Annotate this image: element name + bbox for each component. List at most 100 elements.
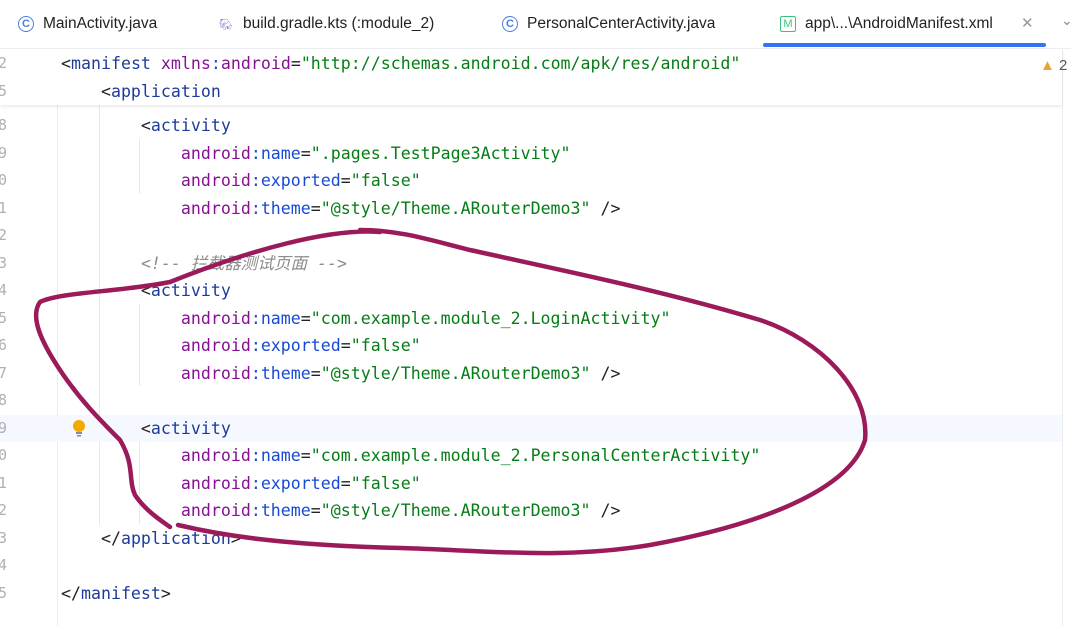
attribute-name: :name <box>250 308 301 328</box>
attribute-name: :exported <box>250 336 341 355</box>
punctuation <box>61 309 181 328</box>
line-number: 0 <box>0 171 7 189</box>
tag-name: application <box>120 528 231 548</box>
punctuation: /> <box>590 501 621 520</box>
punctuation: /> <box>590 198 621 218</box>
code-line[interactable]: 1 android:exported="false" <box>0 470 1062 498</box>
code-text: <manifest xmlns:android="http://schemas.… <box>61 50 740 78</box>
tag-name: activity <box>150 281 231 300</box>
punctuation: = <box>310 198 321 218</box>
chevron-down-icon[interactable]: ⌄ <box>1061 12 1071 29</box>
tag-name: manifest <box>71 54 161 73</box>
code-line[interactable]: 9 <activity <box>0 414 1062 442</box>
punctuation: = <box>340 171 351 190</box>
inspection-warnings[interactable]: ▲ 2 <box>1040 57 1067 74</box>
tab-personal-center-activity[interactable]: C PersonalCenterActivity.java <box>502 0 715 48</box>
code-line[interactable]: 0 android:name="com.example.module_2.Per… <box>0 442 1062 470</box>
code-line[interactable]: 1 android:theme="@style/Theme.ARouterDem… <box>0 195 1062 223</box>
punctuation: = <box>340 336 351 355</box>
tab-main-activity[interactable]: C MainActivity.java <box>18 0 157 48</box>
code-text: android:name="com.example.module_2.Login… <box>61 305 671 333</box>
editor-scrollbar[interactable] <box>1062 49 1063 626</box>
punctuation <box>61 199 181 218</box>
attribute-name: : <box>210 54 221 73</box>
punctuation: </ <box>61 583 81 603</box>
line-number: 4 <box>0 556 7 574</box>
namespace-prefix: android <box>220 54 291 73</box>
line-number: 3 <box>0 528 7 547</box>
lightbulb-icon[interactable] <box>71 415 87 442</box>
line-number: 9 <box>0 143 7 162</box>
namespace-prefix: android <box>180 446 251 465</box>
code-editor[interactable]: 2 <manifest xmlns:android="http://schemas… <box>0 49 1071 626</box>
editor-tab-bar: C MainActivity.java 🐘︎ build.gradle.kts … <box>0 0 1071 49</box>
line-number: 2 <box>0 226 7 244</box>
code-line[interactable]: 2 <box>0 222 1062 250</box>
namespace-prefix: android <box>180 198 251 218</box>
punctuation: = <box>340 473 351 493</box>
namespace-prefix: android <box>180 473 251 493</box>
punctuation <box>61 501 181 520</box>
line-number: 5 <box>0 583 7 602</box>
line-number: 1 <box>0 473 7 492</box>
code-line[interactable]: 2 android:theme="@style/Theme.ARouterDem… <box>0 497 1062 525</box>
punctuation: > <box>230 528 241 548</box>
punctuation: = <box>300 446 311 465</box>
code-line[interactable]: 5 <application <box>0 78 1062 106</box>
code-line[interactable]: 9 android:name=".pages.TestPage3Activity… <box>0 140 1062 168</box>
attribute-name: :name <box>250 143 301 163</box>
line-number: 8 <box>0 391 7 409</box>
code-line[interactable]: 8 <activity <box>0 112 1062 140</box>
punctuation: > <box>160 583 171 603</box>
punctuation: < <box>61 54 71 73</box>
namespace-prefix: android <box>180 363 251 383</box>
class-icon: C <box>502 16 518 32</box>
punctuation <box>61 336 181 355</box>
namespace-prefix: xmlns <box>160 54 211 73</box>
code-line[interactable]: 7 android:theme="@style/Theme.ARouterDem… <box>0 360 1062 388</box>
code-line[interactable]: 8 <box>0 387 1062 415</box>
namespace-prefix: android <box>180 501 251 520</box>
attribute-name: :theme <box>250 501 311 520</box>
code-line[interactable]: 2 <manifest xmlns:android="http://schemas… <box>0 50 1062 78</box>
code-text: android:theme="@style/Theme.ARouterDemo3… <box>61 360 621 388</box>
punctuation <box>61 446 181 465</box>
tag-name: activity <box>150 418 231 438</box>
attribute-value: "false" <box>350 336 421 355</box>
tab-build-gradle[interactable]: 🐘︎ build.gradle.kts (:module_2) <box>218 0 434 48</box>
punctuation: /> <box>590 363 621 383</box>
attribute-value: "@style/Theme.ARouterDemo3" <box>320 198 591 218</box>
code-text: <activity <box>61 277 231 305</box>
code-line[interactable]: 6 android:exported="false" <box>0 332 1062 360</box>
code-line[interactable]: 4 <activity <box>0 277 1062 305</box>
punctuation: = <box>300 143 311 163</box>
attribute-name: :exported <box>250 171 341 190</box>
code-line[interactable]: 3 </application> <box>0 525 1062 553</box>
code-line[interactable]: 5 android:name="com.example.module_2.Log… <box>0 305 1062 333</box>
attribute-name: :name <box>250 446 301 465</box>
code-text: android:theme="@style/Theme.ARouterDemo3… <box>61 195 621 223</box>
line-number: 9 <box>0 418 7 437</box>
attribute-name: :exported <box>250 473 341 493</box>
close-tab-icon[interactable]: ✕ <box>1021 14 1034 32</box>
punctuation <box>61 171 181 190</box>
code-text: android:name="com.example.module_2.Perso… <box>61 442 760 470</box>
attribute-name: :theme <box>250 363 311 383</box>
code-text: android:exported="false" <box>61 470 421 498</box>
gradle-icon: 🐘︎ <box>219 18 233 31</box>
code-text: <activity <box>61 112 231 140</box>
tab-android-manifest[interactable]: M app\...\AndroidManifest.xml <box>780 0 993 48</box>
code-line[interactable]: 0 android:exported="false" <box>0 167 1062 195</box>
code-line[interactable]: 3 <!-- 拦截器测试页面 --> <box>0 250 1062 278</box>
class-icon: C <box>18 16 34 32</box>
comment: <!-- 拦截器测试页面 --> <box>140 253 348 273</box>
warning-icon: ▲ <box>1040 57 1055 74</box>
code-line[interactable]: 5 </manifest> <box>0 580 1062 608</box>
tag-name: application <box>110 81 221 101</box>
code-line[interactable]: 4 <box>0 552 1062 580</box>
namespace-prefix: android <box>180 308 251 328</box>
line-number: 8 <box>0 116 7 134</box>
sticky-header-lines: 2 <manifest xmlns:android="http://schemas… <box>0 49 1062 105</box>
punctuation: = <box>290 54 301 73</box>
warning-count: 2 <box>1059 57 1068 74</box>
